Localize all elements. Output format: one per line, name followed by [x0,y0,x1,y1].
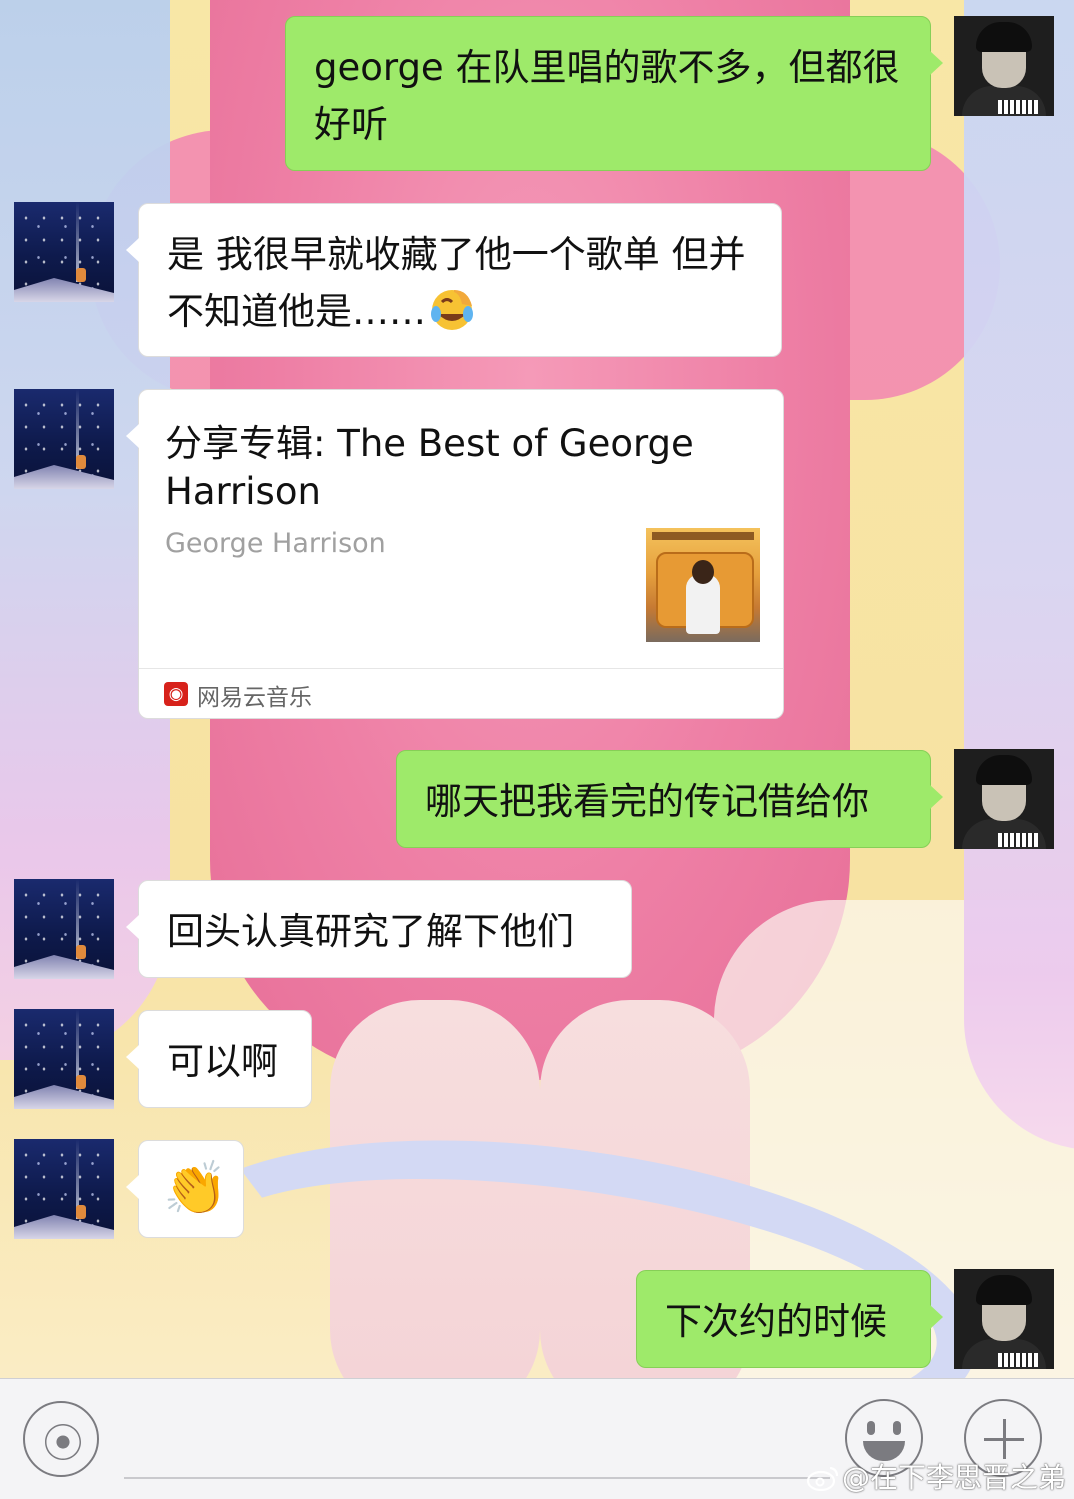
watermark-text: @在下李思晋之弟 [842,1461,1067,1494]
message-text: 回头认真研究了解下他们 [167,910,574,953]
message-bubble-sent[interactable]: george 在队里唱的歌不多，但都很好听 [285,16,943,171]
message-text: 可以啊 [167,1040,278,1083]
share-title: 分享专辑: The Best of George Harrison [165,422,694,513]
message-list[interactable]: george 在队里唱的歌不多，但都很好听 是 我很早就收藏了他一个歌单 但并不… [0,0,1074,1378]
contact-avatar[interactable] [14,1139,114,1239]
my-avatar[interactable] [954,16,1054,116]
share-source-label: 网易云音乐 [197,685,312,711]
my-avatar[interactable] [954,1269,1054,1369]
netease-music-icon: ◉ [164,682,188,706]
voice-icon[interactable]: ⦿ [23,1401,99,1477]
message-text: george 在队里唱的歌不多，但都很好听 [314,46,900,146]
message-text: 哪天把我看完的传记借给你 [425,780,869,823]
message-text: 下次约的时候 [665,1300,887,1343]
shared-album-card[interactable]: 分享专辑: The Best of George Harrison George… [126,389,784,719]
message-bubble-received[interactable]: 是 我很早就收藏了他一个歌单 但并不知道他是…… [126,203,782,357]
contact-avatar[interactable] [14,389,114,489]
message-bubble-sent[interactable]: 哪天把我看完的传记借给你 [396,750,943,848]
my-avatar[interactable] [954,749,1054,849]
contact-avatar[interactable] [14,1009,114,1109]
weibo-logo-icon [806,1466,839,1491]
share-artist: George Harrison [165,528,386,559]
laughing-tears-emoji-icon [431,290,473,330]
message-bubble-sent[interactable]: 下次约的时候 [636,1270,943,1368]
weibo-watermark: @在下李思晋之弟 [806,1456,1066,1496]
message-input[interactable] [124,1477,830,1479]
clapping-hands-emoji-icon: 👏 [163,1159,228,1219]
contact-avatar[interactable] [14,202,114,302]
message-bubble-received[interactable]: 可以啊 [126,1010,312,1108]
album-cover-image [646,528,760,642]
contact-avatar[interactable] [14,879,114,979]
message-bubble-received[interactable]: 👏 [126,1140,244,1238]
share-source-footer: ◉ 网易云音乐 [139,668,783,718]
message-bubble-received[interactable]: 回头认真研究了解下他们 [126,880,632,978]
